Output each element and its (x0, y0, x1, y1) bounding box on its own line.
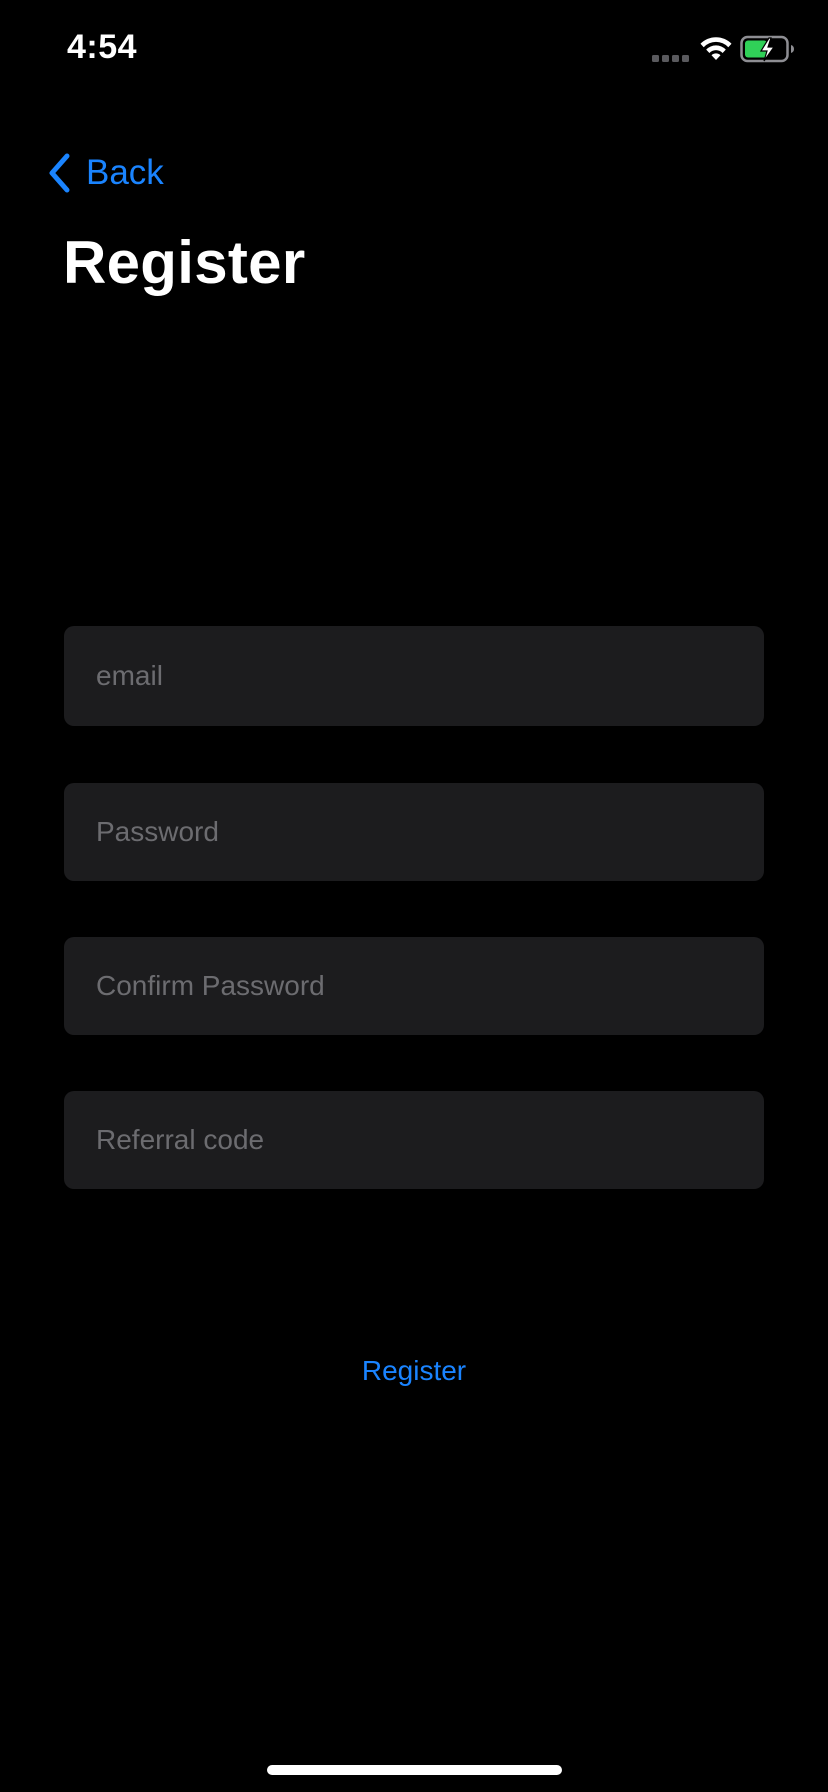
chevron-left-icon (49, 153, 70, 193)
status-time: 4:54 (67, 28, 138, 66)
referral-code-input[interactable] (96, 1124, 732, 1156)
register-button[interactable]: Register (314, 1346, 514, 1396)
back-label: Back (86, 153, 164, 192)
referral-code-field-container (64, 1091, 764, 1189)
email-input[interactable] (96, 660, 732, 692)
confirm-password-input[interactable] (96, 970, 732, 1002)
home-indicator[interactable] (267, 1765, 562, 1775)
password-input[interactable] (96, 816, 732, 848)
email-field-container (64, 626, 764, 726)
page-title: Register (63, 229, 306, 296)
confirm-password-field-container (64, 937, 764, 1035)
cellular-signal-icon (652, 55, 689, 62)
status-bar: 4:54 (0, 0, 828, 100)
wifi-icon (700, 37, 732, 60)
battery-charging-icon (740, 35, 794, 63)
password-field-container (64, 783, 764, 881)
back-button[interactable]: Back (44, 148, 164, 198)
